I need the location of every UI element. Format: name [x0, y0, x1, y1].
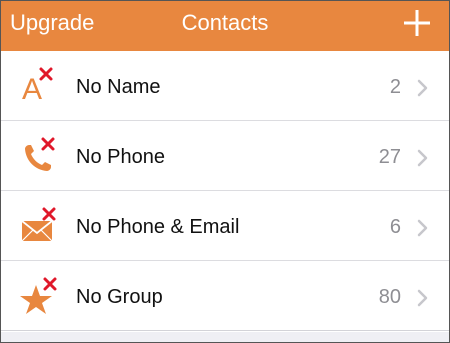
chevron-right-icon	[417, 219, 428, 237]
list-item-label: No Phone	[76, 146, 165, 168]
list-item-label: No Phone & Email	[76, 216, 240, 238]
chevron-right-icon	[417, 79, 428, 97]
letter-a-icon: A	[22, 67, 53, 106]
svg-text:A: A	[22, 73, 42, 106]
list-item-no-group[interactable]: No Group 80	[1, 261, 449, 331]
list-background	[1, 332, 449, 342]
chevron-right-icon	[417, 289, 428, 307]
page-title: Contacts	[181, 10, 269, 35]
list-item-label: No Group	[76, 286, 163, 308]
app-frame: Upgrade Contacts A No Name 2 No Phone 27…	[0, 0, 450, 343]
chevron-right-icon	[417, 149, 428, 167]
contacts-filter-list: A No Name 2 No Phone 27 No Phone & Email…	[1, 51, 449, 331]
list-item-count: 2	[389, 76, 401, 98]
star-icon	[20, 277, 57, 314]
plus-icon[interactable]	[402, 8, 432, 38]
list-item-label: No Name	[76, 76, 161, 98]
list-item-no-name[interactable]: A No Name 2	[1, 51, 449, 121]
phone-icon	[25, 137, 55, 171]
list-item-count: 6	[389, 216, 401, 238]
list-item-no-phone[interactable]: No Phone 27	[1, 121, 449, 191]
envelope-icon	[21, 207, 56, 242]
list-item-count: 27	[378, 146, 401, 168]
list-item-no-phone-email[interactable]: No Phone & Email 6	[1, 191, 449, 261]
navigation-bar: Upgrade Contacts	[1, 1, 449, 51]
list-item-count: 80	[378, 286, 401, 308]
